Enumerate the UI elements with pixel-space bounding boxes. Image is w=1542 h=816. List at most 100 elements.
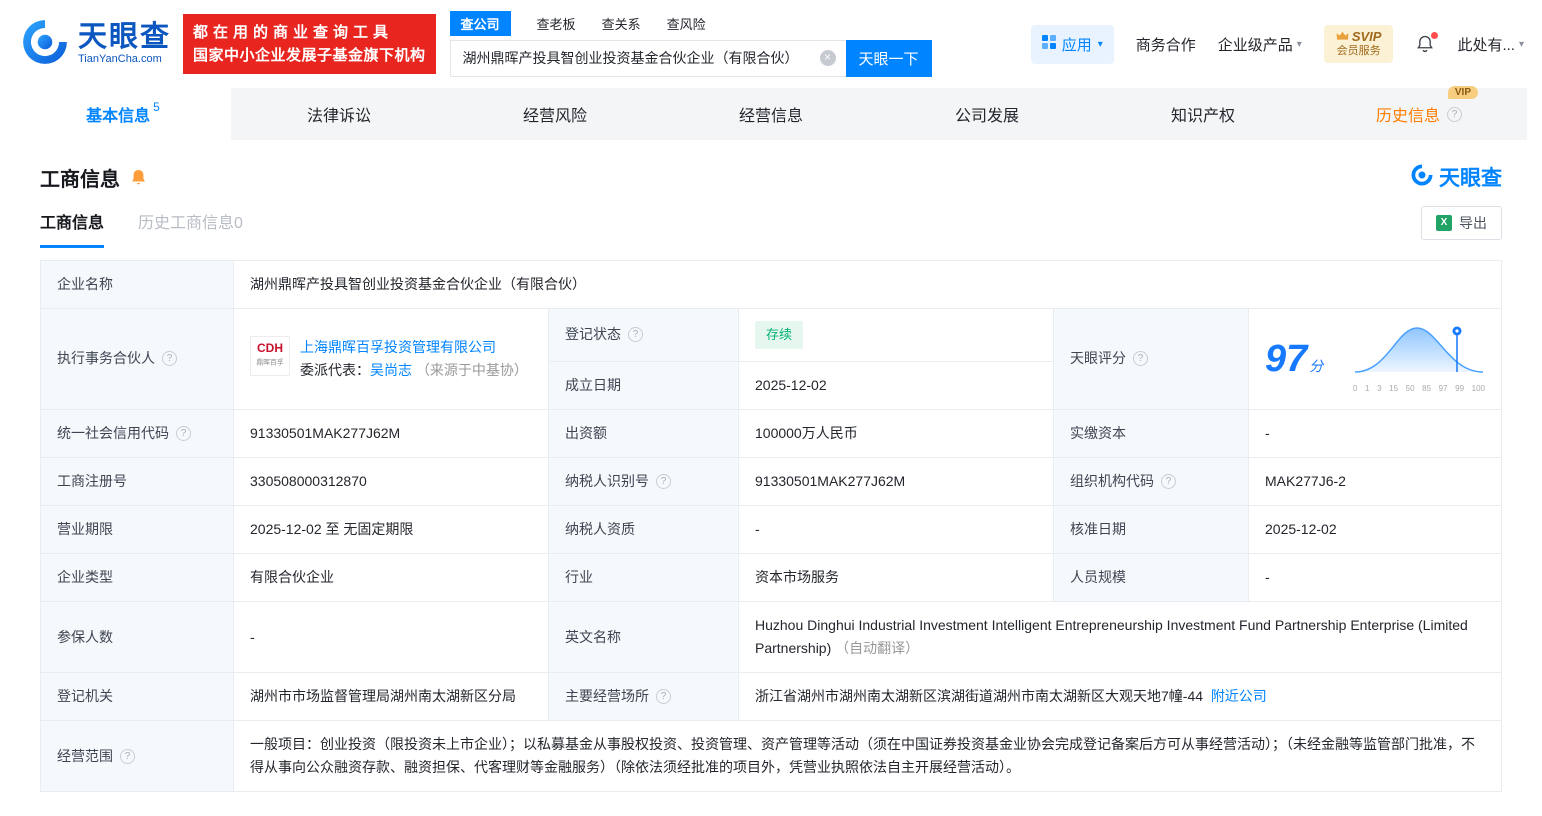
field-value-approval-date: 2025-12-02 bbox=[1249, 505, 1502, 554]
tab-history-info[interactable]: 历史信息 VIP ? bbox=[1311, 86, 1527, 140]
help-icon[interactable]: ? bbox=[162, 351, 177, 367]
search-tab-risk[interactable]: 查风险 bbox=[667, 14, 706, 33]
subscribe-bell-icon[interactable] bbox=[129, 168, 148, 187]
apps-grid-icon bbox=[1041, 35, 1056, 53]
field-label-company-name: 企业名称 bbox=[41, 261, 234, 310]
tianyancha-logo[interactable]: 天眼查 TianYanCha.com bbox=[20, 17, 171, 72]
notification-dot bbox=[1431, 32, 1439, 39]
search-tab-relation[interactable]: 查关系 bbox=[602, 14, 641, 33]
promo-line1: 都在用的商业查询工具 bbox=[193, 24, 394, 41]
tab-basic-info-count: 5 bbox=[153, 100, 160, 114]
field-value-establish-date: 2025-12-02 bbox=[739, 361, 1054, 410]
help-icon[interactable]: ? bbox=[656, 473, 671, 489]
menu-business-cooperation[interactable]: 商务合作 bbox=[1136, 34, 1196, 55]
field-value-staff-size: - bbox=[1249, 553, 1502, 602]
company-section-tabs: 基本信息 5 法律诉讼 经营风险 经营信息 公司发展 知识产权 历史信息 VIP… bbox=[15, 86, 1527, 140]
brand-name: 天眼查 bbox=[78, 21, 172, 53]
help-icon[interactable]: ? bbox=[1447, 106, 1462, 122]
field-label-business-scope: 经营范围 ? bbox=[41, 721, 234, 793]
export-button[interactable]: X 导出 bbox=[1421, 206, 1502, 240]
field-label-business-term: 营业期限 bbox=[41, 505, 234, 554]
status-badge: 存续 bbox=[755, 321, 804, 349]
help-icon[interactable]: ? bbox=[1133, 351, 1148, 367]
field-value-paid-capital: - bbox=[1249, 409, 1502, 458]
field-label-registration-status: 登记状态 ? bbox=[549, 309, 739, 362]
account-menu[interactable]: 此处有... ▾ bbox=[1457, 34, 1524, 55]
help-icon[interactable]: ? bbox=[656, 689, 671, 705]
chevron-down-icon: ▾ bbox=[1518, 38, 1524, 50]
field-value-capital: 100000万人民币 bbox=[739, 409, 1054, 458]
svip-member-badge[interactable]: SVIP 会员服务 bbox=[1323, 25, 1394, 63]
tab-intellectual-property[interactable]: 知识产权 bbox=[1095, 88, 1311, 140]
field-label-taxpayer-quality: 纳税人资质 bbox=[549, 505, 739, 554]
search-input[interactable] bbox=[449, 39, 846, 77]
search-tab-company[interactable]: 查公司 bbox=[449, 10, 511, 36]
header-right-menu: 应用 ▾ 商务合作 企业级产品 ▾ SVIP 会员服务 此处有... ▾ bbox=[1030, 24, 1524, 64]
field-value-credit-code: 91330501MAK277J62M bbox=[234, 409, 549, 458]
field-value-business-address: 浙江省湖州市湖州南太湖新区滨湖街道湖州市南太湖新区大观天地7幢-44 附近公司 bbox=[739, 673, 1502, 722]
section-header: 工商信息 天眼查 bbox=[0, 140, 1542, 192]
tab-basic-info[interactable]: 基本信息 5 bbox=[15, 88, 231, 140]
chevron-down-icon: ▾ bbox=[1097, 38, 1103, 50]
menu-enterprise-products[interactable]: 企业级产品 ▾ bbox=[1218, 34, 1302, 55]
help-icon[interactable]: ? bbox=[1161, 473, 1176, 489]
field-label-english-name: 英文名称 bbox=[549, 602, 739, 674]
partner-company-logo: CDH 鼎晖百孚 bbox=[250, 335, 290, 376]
representative-link[interactable]: 吴尚志 bbox=[370, 362, 412, 378]
help-icon[interactable]: ? bbox=[628, 327, 643, 343]
field-label-org-code: 组织机构代码 ? bbox=[1054, 457, 1249, 506]
field-label-business-address: 主要经营场所 ? bbox=[549, 673, 739, 722]
field-label-industry: 行业 bbox=[549, 553, 739, 602]
tab-operating-info[interactable]: 经营信息 bbox=[663, 88, 879, 140]
field-label-staff-size: 人员规模 bbox=[1054, 553, 1249, 602]
help-icon[interactable]: ? bbox=[120, 748, 135, 764]
field-label-taxpayer-id: 纳税人识别号 ? bbox=[549, 457, 739, 506]
field-value-company-type: 有限合伙企业 bbox=[234, 553, 549, 602]
tab-legal-proceedings[interactable]: 法律诉讼 bbox=[231, 88, 447, 140]
tab-company-development[interactable]: 公司发展 bbox=[879, 88, 1095, 140]
nearby-companies-link[interactable]: 附近公司 bbox=[1211, 688, 1267, 704]
field-label-insured-count: 参保人数 bbox=[41, 602, 234, 674]
partner-company-link[interactable]: 上海鼎晖百孚投资管理有限公司 bbox=[300, 339, 496, 355]
notification-bell-icon[interactable] bbox=[1415, 32, 1439, 54]
field-label-executive-partner: 执行事务合伙人 ? bbox=[41, 309, 234, 410]
excel-icon: X bbox=[1436, 215, 1452, 231]
search-button[interactable]: 天眼一下 bbox=[845, 39, 932, 77]
tianyancha-swirl-icon bbox=[20, 17, 70, 72]
field-label-registration-authority: 登记机关 bbox=[41, 673, 234, 722]
score-axis-labels: 0 1 3 15 50 85 97 99 100 bbox=[1353, 384, 1485, 394]
search-area: 查公司 查老板 查关系 查风险 × 天眼一下 bbox=[449, 10, 932, 77]
field-value-insured-count: - bbox=[234, 602, 549, 674]
field-label-establish-date: 成立日期 bbox=[549, 361, 739, 410]
help-icon[interactable]: ? bbox=[176, 425, 191, 441]
field-label-paid-capital: 实缴资本 bbox=[1054, 409, 1249, 458]
field-value-company-name: 湖州鼎晖产投具智创业投资基金合伙企业（有限合伙） bbox=[234, 261, 1502, 310]
tab-operating-risk[interactable]: 经营风险 bbox=[447, 88, 663, 140]
apps-label: 应用 bbox=[1061, 36, 1092, 54]
field-value-registration-number: 330508000312870 bbox=[234, 457, 549, 506]
search-tab-boss[interactable]: 查老板 bbox=[537, 14, 576, 33]
field-value-tianyan-score: 97 分 0 1 3 15 50 85 97 99 100 bbox=[1249, 309, 1502, 410]
brand-domain: TianYanCha.com bbox=[78, 53, 162, 66]
apps-menu[interactable]: 应用 ▾ bbox=[1030, 24, 1114, 64]
field-value-taxpayer-id: 91330501MAK277J62M bbox=[739, 457, 1054, 506]
field-value-executive-partner: CDH 鼎晖百孚 上海鼎晖百孚投资管理有限公司 委派代表：吴尚志 （来源于中基协… bbox=[234, 309, 549, 410]
subtab-history-business-info[interactable]: 历史工商信息0 bbox=[138, 209, 243, 248]
promo-badge: 都在用的商业查询工具 国家中小企业发展子基金旗下机构 bbox=[183, 14, 436, 74]
clear-search-icon[interactable]: × bbox=[819, 50, 836, 66]
chevron-down-icon: ▾ bbox=[1296, 38, 1302, 50]
subtab-business-info[interactable]: 工商信息 bbox=[40, 209, 105, 248]
subtab-row: 工商信息 历史工商信息0 X 导出 bbox=[0, 192, 1542, 248]
section-title: 工商信息 bbox=[40, 168, 120, 191]
field-label-registration-number: 工商注册号 bbox=[41, 457, 234, 506]
field-value-english-name: Huzhou Dinghui Industrial Investment Int… bbox=[739, 602, 1502, 674]
field-value-registration-authority: 湖州市市场监督管理局湖州南太湖新区分局 bbox=[234, 673, 549, 722]
field-label-approval-date: 核准日期 bbox=[1054, 505, 1249, 554]
field-label-company-type: 企业类型 bbox=[41, 553, 234, 602]
score-distribution-chart: 0 1 3 15 50 85 97 99 100 bbox=[1353, 322, 1485, 395]
tianyancha-watermark: 天眼查 bbox=[1410, 162, 1502, 192]
promo-line2: 国家中小企业发展子基金旗下机构 bbox=[193, 47, 426, 64]
vip-badge: VIP bbox=[1447, 86, 1478, 99]
tianyancha-swirl-icon bbox=[1410, 163, 1434, 192]
score-value: 97 bbox=[1265, 337, 1308, 380]
